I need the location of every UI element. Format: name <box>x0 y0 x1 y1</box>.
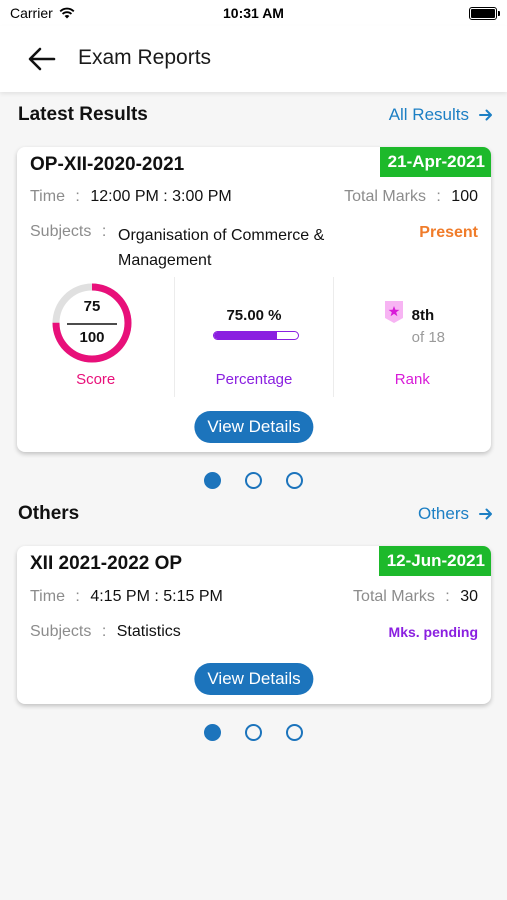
subjects-row: Subjects : Organisation of Commerce & Ma… <box>30 223 325 269</box>
rank-caption: Rank <box>394 371 430 388</box>
section-title-latest: Latest Results <box>18 104 148 125</box>
percentage-bar <box>213 331 300 340</box>
percentage-stat: 75.00 % Percentage <box>174 277 332 397</box>
subjects-value: Statistics <box>116 623 181 640</box>
latest-pager <box>0 472 507 492</box>
percentage-caption: Percentage <box>215 371 293 388</box>
battery-icon <box>469 7 500 20</box>
score-ring <box>52 283 132 363</box>
attendance-status: Present <box>419 224 478 241</box>
time-value: 12:00 PM : 3:00 PM <box>90 188 232 205</box>
exam-date-badge: 12-Jun-2021 <box>378 546 491 576</box>
others-link[interactable]: Others <box>418 504 493 524</box>
rank-of: of 18 <box>411 329 446 346</box>
others-header: Others Others <box>18 500 493 528</box>
status-time: 10:31 AM <box>223 5 284 21</box>
score-stat: 75 100 Score <box>17 277 174 397</box>
exam-code: XII 2021-2022 OP <box>30 553 183 574</box>
others-link-label: Others <box>417 504 469 523</box>
score-caption: Score <box>76 371 116 388</box>
arrow-right-icon <box>479 109 492 121</box>
nav-bar: Exam Reports <box>0 26 507 92</box>
rank-position: 8th <box>411 307 435 324</box>
result-stats: 75 100 Score 75.00 % Percentage 8th of 1… <box>17 277 491 397</box>
pager-dot[interactable] <box>245 472 262 489</box>
time-label: Time <box>30 188 65 205</box>
exam-date-badge: 21-Apr-2021 <box>379 147 491 177</box>
pager-dot[interactable] <box>286 724 303 741</box>
total-marks-label: Total Marks <box>353 588 435 605</box>
time-row: Time : 4:15 PM : 5:15 PM Total Marks : 3… <box>30 588 478 605</box>
subjects-line-1: Organisation of Commerce & <box>118 227 325 244</box>
pager-dot[interactable] <box>204 724 221 741</box>
pager-dot[interactable] <box>286 472 303 489</box>
exam-code: OP-XII-2020-2021 <box>30 154 185 175</box>
total-marks-value: 30 <box>460 588 478 605</box>
pager-dot[interactable] <box>204 472 221 489</box>
latest-result-card[interactable]: OP-XII-2020-2021 21-Apr-2021 Time : 12:0… <box>17 147 491 452</box>
subjects-line-2: Management <box>118 252 212 269</box>
percentage-value: 75.00 % <box>226 307 282 324</box>
rank-stat: 8th of 18 Rank <box>332 277 491 397</box>
time-row: Time : 12:00 PM : 3:00 PM Total Marks : … <box>30 188 478 205</box>
status-bar: Carrier 10:31 AM <box>0 0 507 26</box>
time-label: Time <box>30 588 65 605</box>
time-value: 4:15 PM : 5:15 PM <box>90 588 223 605</box>
pager-dot[interactable] <box>245 724 262 741</box>
latest-results-header: Latest Results All Results <box>18 101 493 129</box>
page-title: Exam Reports <box>78 46 212 69</box>
subjects-label: Subjects <box>30 623 92 640</box>
arrow-right-icon <box>479 508 492 520</box>
back-arrow-icon[interactable] <box>26 45 58 73</box>
marks-status: Mks. pending <box>388 624 478 640</box>
section-title-others: Others <box>18 503 80 524</box>
score-obtained: 75 <box>83 298 101 315</box>
all-results-link[interactable]: All Results <box>389 105 493 125</box>
total-marks-value: 100 <box>451 188 478 205</box>
score-total: 100 <box>79 329 105 346</box>
rank-badge-icon <box>384 301 403 323</box>
subjects-label: Subjects <box>30 223 92 240</box>
view-details-button[interactable]: View Details <box>194 411 314 443</box>
others-result-card[interactable]: XII 2021-2022 OP 12-Jun-2021 Time : 4:15… <box>17 546 491 704</box>
view-details-button[interactable]: View Details <box>194 663 314 695</box>
others-pager <box>0 724 507 744</box>
percentage-bar-fill <box>214 332 278 339</box>
all-results-label: All Results <box>388 105 469 124</box>
total-marks-label: Total Marks <box>344 188 426 205</box>
